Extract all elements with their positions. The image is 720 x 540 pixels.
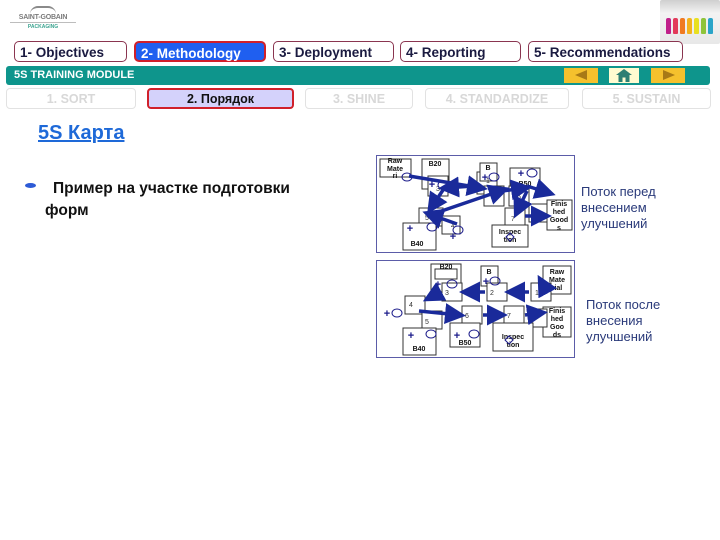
caption-after: Поток после внесения улучшений [586,297,660,345]
caption-after-line-1: Поток после [586,297,661,312]
next-button[interactable] [651,68,685,83]
label-hed: hed [553,209,565,216]
tab-objectives[interactable]: 1- Objectives [14,41,127,62]
label-finis: Finis [549,308,565,315]
caption-after-line-2: внесения [586,313,643,328]
prev-button[interactable] [564,68,598,83]
bullet-text: Пример на участке подготовки форм [45,178,355,222]
label-b40: B40 [411,241,424,248]
page-title[interactable]: 5S Карта [38,122,124,145]
svg-text:+: + [407,223,413,235]
subtab-sort[interactable]: 1. SORT [6,88,136,109]
label-n2: 2 [490,290,494,297]
caption-before-line-2: внесением [581,200,647,215]
svg-text:+: + [518,168,524,180]
subtab-shine[interactable]: 3. SHINE [305,88,413,109]
logo-sub: PACKAGING [27,24,59,30]
label-mate: Mate [387,166,403,173]
caption-after-line-3: улучшений [586,329,653,344]
bullet-line-1: Пример на участке подготовки [53,180,290,197]
module-bar: 5S TRAINING MODULE [6,66,710,85]
label-goo: Goo [550,324,564,331]
label-s: s [557,225,561,232]
box-7 [504,207,526,227]
flow-after-svg: Raw Mate rial B20 B B50 B40 Finis hed Go… [384,263,572,356]
caption-before-line-1: Поток перед [581,184,656,199]
label-n3: 3 [436,186,440,193]
label-n5: 5 [425,319,429,326]
label-n3: 3 [445,290,449,297]
flow-diagram-before: Raw Mate ri B20 B B50 B40 Finis hed Good… [376,155,575,253]
svg-text:+: + [483,276,489,288]
tab-methodology[interactable]: 2- Methodology [134,41,266,62]
arrow-left-icon [575,70,587,80]
label-b20: B20 [429,161,442,168]
tab-recommendations[interactable]: 5- Recommendations [528,41,683,62]
label-finis: Finis [551,201,567,208]
bullet-icon [25,183,36,188]
svg-text:+: + [384,308,390,320]
arrow-right-icon [663,70,675,80]
label-raw: Raw [388,158,403,165]
label-n1: 1 [535,290,539,297]
subtab-order[interactable]: 2. Порядок [147,88,294,109]
label-n6: 6 [517,194,521,201]
svg-text:+: + [450,231,456,243]
logo-name: SAINT-GOBAIN [10,14,76,23]
home-button[interactable] [609,68,639,83]
label-b40: B40 [413,346,426,353]
home-icon [616,69,632,82]
subtab-standardize[interactable]: 4. STANDARDIZE [425,88,569,109]
svg-text:+: + [454,330,460,342]
label-n4: 4 [409,302,413,309]
svg-text:+: + [435,279,441,291]
label-n6: 6 [465,313,469,320]
label-good: Good [550,217,568,224]
flow-before-svg: Raw Mate ri B20 B B50 B40 Finis hed Good… [379,158,573,251]
bullet-line-2: форм [45,202,89,219]
label-ri: ri [393,173,398,180]
bottles-image [660,0,720,44]
saint-gobain-logo: SAINT-GOBAIN PACKAGING [10,6,76,34]
label-b: B [486,269,491,276]
label-rial: rial [552,285,563,292]
svg-text:+: + [482,172,488,184]
svg-text:+: + [408,330,414,342]
flow-diagram-after: Raw Mate rial B20 B B50 B40 Finis hed Go… [376,260,575,358]
label-hed: hed [551,316,563,323]
label-n2: 2 [492,195,496,202]
label-ds: ds [553,332,561,339]
subtab-sustain[interactable]: 5. SUSTAIN [582,88,711,109]
module-title: 5S TRAINING MODULE [14,69,135,81]
logo-arch-icon [30,6,56,14]
label-b: B [485,165,490,172]
label-b50: B50 [459,340,472,347]
label-mate: Mate [549,277,565,284]
box-1 [530,282,552,302]
tab-reporting[interactable]: 4- Reporting [400,41,521,62]
caption-before-line-3: улучшений [581,216,648,231]
label-n7: 7 [507,313,511,320]
caption-before: Поток перед внесением улучшений [581,184,656,232]
label-b20: B20 [440,264,453,271]
label-n7: 7 [511,216,515,223]
label-raw: Raw [550,269,565,276]
tab-deployment[interactable]: 3- Deployment [273,41,394,62]
